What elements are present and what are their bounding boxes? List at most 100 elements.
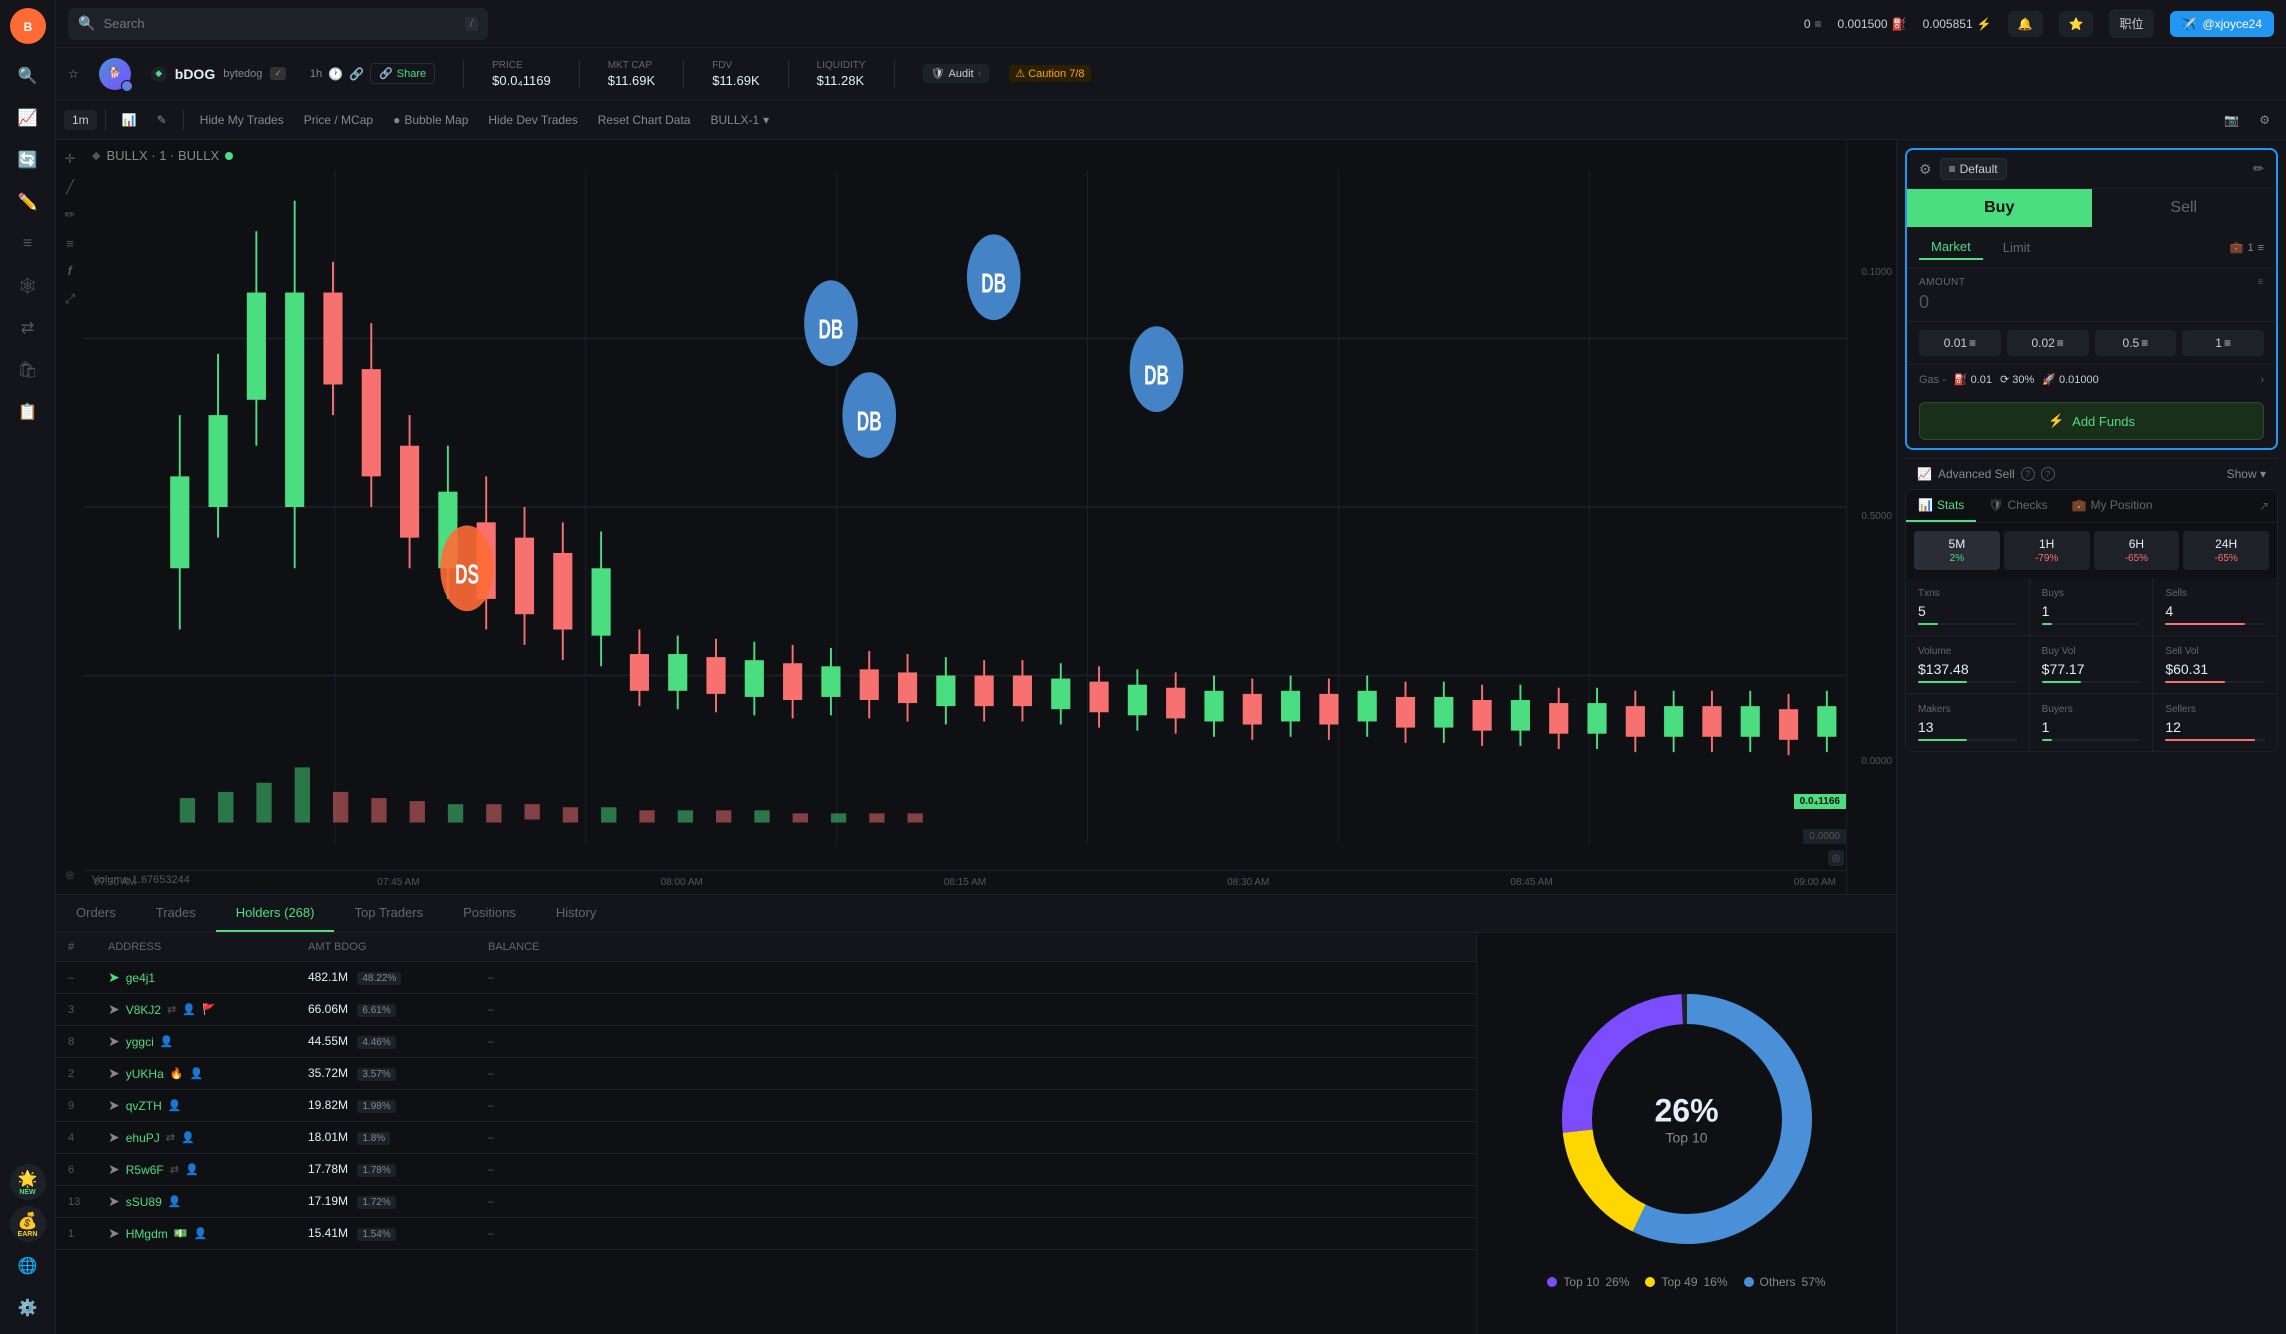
x-label-4: 08:15 AM <box>944 877 986 888</box>
sidebar-item-refresh[interactable]: 🔄 <box>10 142 46 178</box>
audit-badge[interactable]: 🛡 Audit › <box>923 64 990 83</box>
amount-input[interactable] <box>1919 292 2264 313</box>
tab-top-traders[interactable]: Top Traders <box>334 895 443 932</box>
tab-orders[interactable]: Orders <box>56 895 136 932</box>
table-row[interactable]: 4 ➤ ehuPJ ⇄ 👤 18.01M 1.8% – <box>56 1122 1476 1154</box>
candle-5 <box>362 323 381 507</box>
sidebar-item-bag[interactable]: 🛍 <box>10 352 46 388</box>
fibonacci-tool[interactable]: 𝒇 <box>59 260 81 282</box>
stats-tab-checks[interactable]: 🛡 Checks <box>1976 490 2059 522</box>
makers-bar <box>1918 739 2017 741</box>
quick-amount-2[interactable]: 0.02 ≡ <box>2007 330 2089 356</box>
volume-label: Volume <box>92 874 129 886</box>
table-row[interactable]: 1 ➤ HMgdm 💵 👤 15.41M 1.54% – <box>56 1218 1476 1250</box>
sidebar-item-equalizer[interactable]: ≡ <box>10 226 46 262</box>
wallet-indicator: 💼 1 ≡ <box>2230 241 2264 254</box>
search-input[interactable] <box>103 16 457 31</box>
buy-tab[interactable]: Buy <box>1907 189 2092 227</box>
search-bar-container[interactable]: 🔍 / <box>68 8 488 40</box>
candle-33 <box>1434 682 1453 743</box>
tf-24h-btn[interactable]: 24H -65% <box>2183 531 2269 570</box>
tab-positions[interactable]: Positions <box>443 895 536 932</box>
reset-chart-btn[interactable]: Reset Chart Data <box>590 109 699 131</box>
table-row[interactable]: 13 ➤ sSU89 👤 17.19M 1.72% – <box>56 1186 1476 1218</box>
sidebar-item-globe[interactable]: 🌐 <box>10 1248 46 1284</box>
x-label-3: 08:00 AM <box>661 877 703 888</box>
stats-tab-my-position[interactable]: 💼 My Position <box>2060 490 2165 522</box>
legend-pct-others: 57% <box>1802 1275 1826 1289</box>
quick-amount-1[interactable]: 0.01 ≡ <box>1919 330 2001 356</box>
stats-tab-stats[interactable]: 📊 Stats <box>1906 490 1976 522</box>
holder-addr-3: ➤ yUKHa 🔥 👤 <box>108 1065 308 1082</box>
position-btn[interactable]: 职位 <box>2109 9 2153 38</box>
share-btn[interactable]: 🔗 Share <box>370 63 435 84</box>
tab-trades[interactable]: Trades <box>136 895 216 932</box>
show-adv-sell-btn[interactable]: Show ▾ <box>2227 467 2266 481</box>
default-preset-btn[interactable]: ≡ Default <box>1940 158 2007 180</box>
crosshair-reset[interactable]: ◎ <box>1828 850 1844 866</box>
limit-tab[interactable]: Limit <box>1991 236 2042 259</box>
sell-vol-value: $60.31 <box>2165 661 2265 677</box>
starred-btn[interactable]: ⭐ <box>2059 11 2094 37</box>
holders-table[interactable]: # Address Amt bDOG Balance – ➤ ge4j1 <box>56 933 1476 1334</box>
indicators-btn[interactable]: 📊 <box>114 109 145 131</box>
sidebar-new-feature[interactable]: 🌟 NEW <box>10 1164 46 1200</box>
favorite-icon[interactable]: ☆ <box>68 67 79 81</box>
table-row[interactable]: 3 ➤ V8KJ2 ⇄ 👤 🚩 66.06M 6.61% <box>56 994 1476 1026</box>
hide-my-trades-btn[interactable]: Hide My Trades <box>192 109 292 131</box>
tf-5m-btn[interactable]: 5M 2% <box>1914 531 2000 570</box>
price-stat: Price $0.0₄1169 <box>492 60 551 88</box>
table-row[interactable]: 9 ➤ qvZTH 👤 19.82M 1.98% – <box>56 1090 1476 1122</box>
drawing-tools-btn[interactable]: ✎ <box>149 109 175 131</box>
edit-preset-btn[interactable]: ✏ <box>2253 161 2264 177</box>
sidebar-earn[interactable]: 💰 EARN <box>10 1206 46 1242</box>
telegram-btn[interactable]: ✈️ @xjoyce24 <box>2170 11 2275 37</box>
info-icon-2: ? <box>2041 467 2055 481</box>
tab-history[interactable]: History <box>536 895 616 932</box>
chart-settings-btn[interactable]: ⚙ <box>2251 109 2278 131</box>
panel-settings-icon[interactable]: ⚙ <box>1919 161 1932 178</box>
bullx-selector-btn[interactable]: BULLX-1 ▾ <box>702 109 777 131</box>
table-row[interactable]: 6 ➤ R5w6F ⇄ 👤 17.78M 1.78% – <box>56 1154 1476 1186</box>
arrow-icon-6: ➤ <box>108 1161 120 1178</box>
donut-legend: Top 10 26% Top 49 16% Others <box>1547 1275 1825 1289</box>
tf-6h-btn[interactable]: 6H -65% <box>2094 531 2180 570</box>
move-tool[interactable]: ⤢ <box>59 288 81 310</box>
bubble-map-btn[interactable]: ● Bubble Map <box>385 109 476 131</box>
table-row[interactable]: – ➤ ge4j1 482.1M 48.22% – <box>56 962 1476 994</box>
link-icon: 🔗 <box>349 67 364 81</box>
timeframe-1m-btn[interactable]: 1m <box>64 110 97 130</box>
quick-amount-3[interactable]: 0.5 ≡ <box>2095 330 2177 356</box>
telegram-icon: ✈️ <box>2182 17 2197 31</box>
screenshot-btn[interactable]: 📷 <box>2216 109 2247 131</box>
sidebar-item-pencil[interactable]: ✏️ <box>10 184 46 220</box>
add-funds-btn[interactable]: ⚡ Add Funds <box>1919 402 2264 440</box>
sidebar-item-search[interactable]: 🔍 <box>10 58 46 94</box>
line-tool[interactable]: ╱ <box>59 176 81 198</box>
chart-container[interactable]: ◆ BULLX · 1 · BULLX ✛ ╱ ✏ ≡ 𝒇 ⤢ ◎ <box>56 140 1896 894</box>
sidebar-item-settings[interactable]: ⚙️ <box>10 1290 46 1326</box>
tf-1h-btn[interactable]: 1H -79% <box>2004 531 2090 570</box>
brush-tool[interactable]: ✏ <box>59 204 81 226</box>
market-tab[interactable]: Market <box>1919 235 1983 260</box>
table-row[interactable]: 8 ➤ yggci 👤 44.55M 4.46% – <box>56 1026 1476 1058</box>
zoom-tool[interactable]: ◎ <box>59 864 81 886</box>
sidebar-item-arrows[interactable]: ⇄ <box>10 310 46 346</box>
price-mcap-btn[interactable]: Price / MCap <box>296 109 381 131</box>
quick-amount-4[interactable]: 1 ≡ <box>2182 330 2264 356</box>
stats-export-btn[interactable]: ↗ <box>2251 490 2277 522</box>
table-row[interactable]: 2 ➤ yUKHa 🔥 👤 35.72M 3.57% – <box>56 1058 1476 1090</box>
sidebar-item-chart[interactable]: 📈 <box>10 100 46 136</box>
crosshair-tool[interactable]: ✛ <box>59 148 81 170</box>
indicator-tool[interactable]: ≡ <box>59 232 81 254</box>
sell-vol-bar-fill <box>2165 681 2225 683</box>
sidebar-item-layers[interactable]: 📋 <box>10 394 46 430</box>
app-logo[interactable]: B <box>10 8 46 44</box>
tab-holders[interactable]: Holders (268) <box>216 895 335 932</box>
hide-dev-trades-btn[interactable]: Hide Dev Trades <box>480 109 585 131</box>
notifications-btn[interactable]: 🔔 <box>2008 11 2043 37</box>
sidebar-item-network[interactable]: 🕸 <box>10 268 46 304</box>
gas-arrow-icon[interactable]: › <box>2260 374 2264 386</box>
stats-cell-txns: Txns 5 <box>1906 578 2030 636</box>
sell-tab[interactable]: Sell <box>2092 189 2277 227</box>
